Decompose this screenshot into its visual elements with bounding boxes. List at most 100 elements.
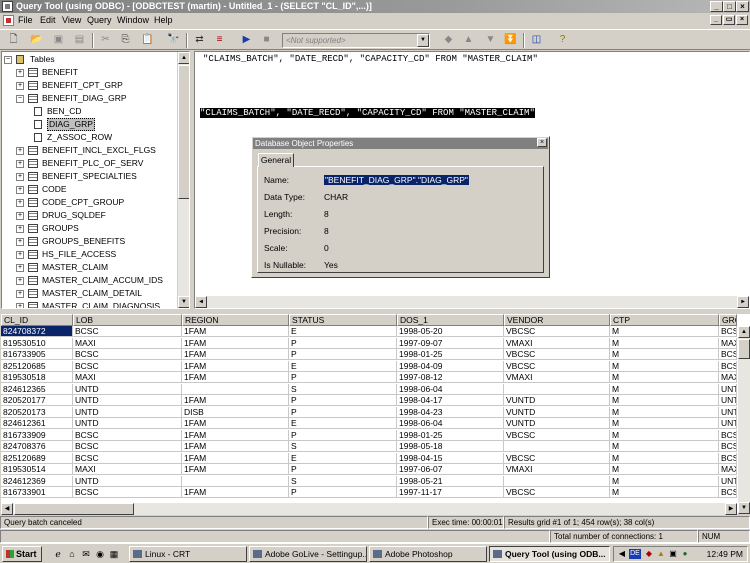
- table-cell[interactable]: UNTD: [73, 383, 182, 395]
- table-row[interactable]: 819530518MAXI1FAMP1997-08-12VMAXIMMAX: [1, 372, 737, 383]
- title-bar[interactable]: Query Tool (using ODBC) - [ODBCTEST (mar…: [0, 0, 750, 13]
- table-row[interactable]: 816733905 BCSC 1FAM P 1998-01-25 VBCSC M BCS: [1, 349, 737, 360]
- table-cell[interactable]: 1FAM: [182, 349, 289, 360]
- table-row[interactable]: 820520173 UNTD DISB P 1998-04-23 VUNTD M UNT: [1, 406, 737, 418]
- table-cell[interactable]: 824708376: [1, 441, 73, 452]
- child-minimize-button[interactable]: _: [710, 15, 722, 25]
- table-cell[interactable]: BCS: [719, 360, 737, 372]
- table-cell[interactable]: DISB: [182, 406, 289, 418]
- scroll-left-button[interactable]: ◀: [1, 503, 13, 515]
- expand-icon[interactable]: +: [16, 238, 24, 246]
- quicklaunch-outlook-icon[interactable]: ✉: [80, 548, 92, 560]
- expand-icon[interactable]: +: [16, 69, 24, 77]
- tray-app-icon[interactable]: ◆: [644, 549, 654, 559]
- table-cell[interactable]: 824612365: [1, 383, 73, 395]
- table-cell[interactable]: MAXI: [73, 372, 182, 383]
- open-icon[interactable]: 📂: [29, 33, 44, 47]
- table-cell[interactable]: VBCSC: [504, 349, 610, 360]
- column-header[interactable]: GRO: [719, 314, 737, 326]
- table-cell[interactable]: 816733901: [1, 487, 73, 498]
- table-cell[interactable]: 1997-06-07: [397, 464, 504, 475]
- table-cell[interactable]: M: [610, 441, 719, 452]
- menu-edit[interactable]: Edit: [40, 15, 56, 25]
- table-cell[interactable]: BCS: [719, 349, 737, 360]
- tree-item[interactable]: + BENEFIT: [16, 66, 176, 79]
- prev-record-icon[interactable]: ▲: [461, 33, 476, 47]
- table-cell[interactable]: 819530514: [1, 464, 73, 475]
- save-icon[interactable]: ▣: [51, 33, 66, 47]
- grid-vertical-scrollbar[interactable]: ▲ ▼: [738, 326, 750, 514]
- sql-icon[interactable]: ≡: [212, 33, 227, 47]
- table-row[interactable]: 824612365 UNTD S 1998-06-04 M UNT: [1, 383, 737, 395]
- task-query-tool[interactable]: Query Tool (using ODB...: [489, 546, 610, 562]
- table-cell[interactable]: VBCSC: [504, 452, 610, 464]
- table-cell[interactable]: 1998-05-20: [397, 326, 504, 337]
- next-record-icon[interactable]: ▼: [483, 33, 498, 47]
- table-cell[interactable]: 1997-11-17: [397, 487, 504, 498]
- tree-item[interactable]: + MASTER_CLAIM: [16, 261, 176, 274]
- copy-icon[interactable]: ⎘: [118, 33, 133, 47]
- results-grid[interactable]: 824708372 BCSC 1FAM E 1998-05-20 VBCSC M BCS 819…: [1, 314, 750, 514]
- table-cell[interactable]: 1998-01-25: [397, 429, 504, 441]
- grid-horizontal-scrollbar[interactable]: ◀ ▶: [1, 503, 737, 515]
- table-cell[interactable]: M: [610, 383, 719, 395]
- speaker-icon[interactable]: ◀: [617, 549, 627, 559]
- table-cell[interactable]: M: [610, 372, 719, 383]
- table-row[interactable]: 824708372 BCSC 1FAM E 1998-05-20 VBCSC M BCS: [1, 326, 737, 337]
- table-row[interactable]: 816733909 BCSC 1FAM P 1998-01-25 VBCSC M BCS: [1, 429, 737, 441]
- table-cell[interactable]: 1FAM: [182, 326, 289, 337]
- expand-icon[interactable]: +: [16, 186, 24, 194]
- table-row[interactable]: 825120689 BCSC 1FAM E 1998-04-15 VBCSC M BCS: [1, 452, 737, 464]
- table-cell[interactable]: VUNTD: [504, 406, 610, 418]
- table-cell[interactable]: M: [610, 429, 719, 441]
- chevron-down-icon[interactable]: ▼: [417, 34, 429, 47]
- table-cell[interactable]: 825120689: [1, 452, 73, 464]
- table-cell[interactable]: 816733909: [1, 429, 73, 441]
- table-cell[interactable]: BCSC: [73, 487, 182, 498]
- table-cell[interactable]: S: [289, 383, 397, 395]
- prop-value-name[interactable]: "BENEFIT_DIAG_GRP"."DIAG_GRP": [324, 175, 469, 185]
- column-header[interactable]: LOB: [73, 314, 182, 326]
- table-cell[interactable]: BCS: [719, 429, 737, 441]
- table-cell[interactable]: P: [289, 406, 397, 418]
- table-cell[interactable]: P: [289, 337, 397, 349]
- menu-view[interactable]: View: [62, 15, 81, 25]
- table-cell[interactable]: M: [610, 349, 719, 360]
- table-cell[interactable]: BCSC: [73, 360, 182, 372]
- table-cell[interactable]: M: [610, 337, 719, 349]
- table-cell[interactable]: 1FAM: [182, 418, 289, 429]
- column-header[interactable]: DOS_1: [397, 314, 504, 326]
- table-cell[interactable]: MAX: [719, 464, 737, 475]
- table-cell[interactable]: P: [289, 349, 397, 360]
- table-cell[interactable]: BCS: [719, 452, 737, 464]
- dialog-close-button[interactable]: ×: [537, 138, 547, 147]
- tree-root-tables[interactable]: − Tables: [4, 53, 174, 66]
- cut-icon[interactable]: ✂: [98, 33, 113, 47]
- task-linux-crt[interactable]: Linux - CRT: [129, 546, 247, 562]
- table-cell[interactable]: M: [610, 395, 719, 406]
- table-cell[interactable]: 1FAM: [182, 337, 289, 349]
- table-cell[interactable]: M: [610, 487, 719, 498]
- tree-item[interactable]: + CODE_CPT_GROUP: [16, 196, 176, 209]
- table-cell[interactable]: [504, 475, 610, 487]
- menu-help[interactable]: Help: [154, 15, 173, 25]
- first-record-icon[interactable]: ◆: [441, 33, 456, 47]
- find-icon[interactable]: 🔭: [166, 33, 181, 47]
- table-cell[interactable]: [182, 383, 289, 395]
- table-cell[interactable]: P: [289, 395, 397, 406]
- table-cell[interactable]: BCSC: [73, 452, 182, 464]
- table-cell[interactable]: VBCSC: [504, 326, 610, 337]
- table-cell[interactable]: M: [610, 418, 719, 429]
- table-cell[interactable]: 819530510: [1, 337, 73, 349]
- table-cell[interactable]: 1998-04-23: [397, 406, 504, 418]
- expand-icon[interactable]: +: [16, 212, 24, 220]
- table-cell[interactable]: [182, 475, 289, 487]
- table-cell[interactable]: BCSC: [73, 441, 182, 452]
- table-row[interactable]: 820520177 UNTD 1FAM P 1998-04-17 VUNTD M UNT: [1, 395, 737, 406]
- table-cell[interactable]: S: [289, 441, 397, 452]
- scroll-down-button[interactable]: ▼: [738, 502, 750, 514]
- stop-icon[interactable]: ■: [259, 33, 274, 47]
- tree-item[interactable]: + BENEFIT_PLC_OF_SERV: [16, 157, 176, 170]
- table-cell[interactable]: VBCSC: [504, 360, 610, 372]
- table-cell[interactable]: 1998-05-21: [397, 475, 504, 487]
